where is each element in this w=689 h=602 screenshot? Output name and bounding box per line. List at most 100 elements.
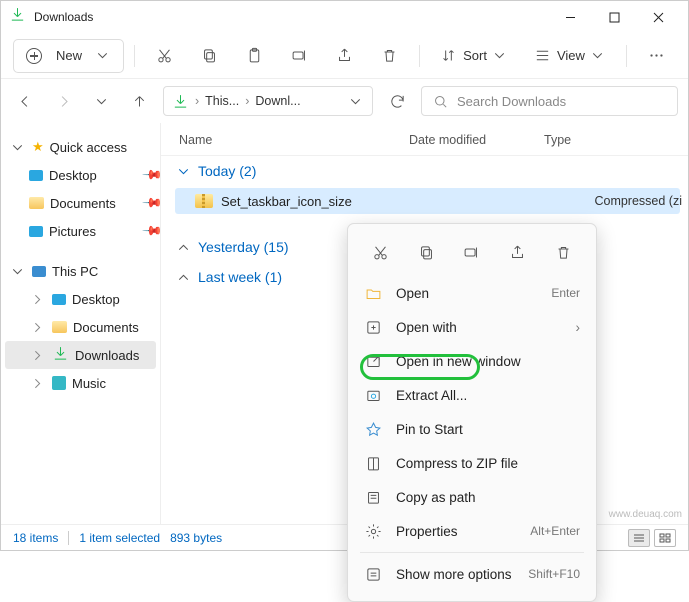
chevron-down-icon	[9, 139, 26, 156]
col-type[interactable]: Type	[544, 133, 644, 147]
ctx-cut-button[interactable]	[363, 236, 399, 268]
chevron-down-icon	[9, 263, 26, 280]
new-button[interactable]: New	[13, 39, 124, 73]
minimize-button[interactable]	[548, 1, 592, 33]
ctx-delete-button[interactable]	[545, 236, 581, 268]
details-view-button[interactable]	[628, 529, 650, 547]
folder-icon	[29, 197, 44, 209]
back-button[interactable]	[11, 87, 39, 115]
ctx-label: Pin to Start	[396, 422, 463, 437]
desktop-icon	[29, 170, 43, 181]
ctx-share-button[interactable]	[500, 236, 536, 268]
recent-button[interactable]	[87, 87, 115, 115]
view-button[interactable]: View	[524, 39, 616, 73]
sidebar-item-desktop[interactable]: Desktop 📌	[1, 161, 160, 189]
sidebar-item-pictures[interactable]: Pictures📌	[1, 217, 160, 245]
up-button[interactable]	[125, 87, 153, 115]
thumbnails-view-button[interactable]	[654, 529, 676, 547]
ctx-label: Extract All...	[396, 388, 467, 403]
ctx-rename-button[interactable]	[454, 236, 490, 268]
view-icon	[534, 47, 551, 64]
ctx-extract-all[interactable]: Extract All...	[348, 378, 596, 412]
downloads-icon	[52, 345, 69, 365]
downloads-app-icon	[9, 6, 26, 28]
ctx-properties[interactable]: PropertiesAlt+Enter	[348, 514, 596, 548]
context-menu: OpenEnter Open with› Open in new window …	[347, 223, 597, 602]
col-date[interactable]: Date modified	[409, 133, 544, 147]
pin-icon: 📌	[141, 220, 161, 243]
file-type: Compressed (zi	[594, 194, 682, 208]
sidebar-item-downloads[interactable]: Downloads	[5, 341, 156, 369]
maximize-button[interactable]	[592, 1, 636, 33]
properties-icon	[364, 523, 382, 540]
forward-button[interactable]	[49, 87, 77, 115]
ctx-pin-to-start[interactable]: Pin to Start	[348, 412, 596, 446]
sidebar-item-documents2[interactable]: Documents	[1, 313, 160, 341]
ctx-copy-path[interactable]: Copy as path	[348, 480, 596, 514]
copy-path-icon	[364, 489, 382, 506]
chevron-down-icon[interactable]	[347, 93, 364, 110]
ctx-open[interactable]: Open Enter	[348, 276, 596, 310]
ctx-label: Properties	[396, 524, 458, 539]
address-bar[interactable]: › This... › Downl...	[163, 86, 373, 116]
ctx-open-with[interactable]: Open with ›	[348, 310, 596, 344]
ctx-open-new-window[interactable]: Open in new window	[348, 344, 596, 378]
group-today[interactable]: Today (2)	[161, 156, 688, 186]
sort-button[interactable]: Sort	[430, 39, 518, 73]
sidebar-label: Music	[72, 376, 106, 391]
sidebar-item-quick-access[interactable]: ★ Quick access	[1, 133, 160, 161]
group-label: Last week (1)	[198, 269, 282, 285]
search-box[interactable]: Search Downloads	[421, 86, 678, 116]
sidebar-label: Desktop	[49, 168, 97, 183]
ctx-show-more[interactable]: Show more optionsShift+F10	[348, 557, 596, 591]
ctx-copy-button[interactable]	[408, 236, 444, 268]
sidebar-label: Documents	[50, 196, 116, 211]
refresh-button[interactable]	[383, 87, 411, 115]
file-row-selected[interactable]: Set_taskbar_icon_size Compressed (zi	[175, 188, 680, 214]
toolbar: New Sort View	[1, 33, 688, 79]
cut-button[interactable]	[145, 39, 184, 73]
rename-button[interactable]	[280, 39, 319, 73]
sort-label: Sort	[463, 48, 487, 63]
new-window-icon	[364, 353, 382, 370]
music-icon	[52, 376, 66, 390]
more-icon	[364, 566, 382, 583]
delete-button[interactable]	[370, 39, 409, 73]
downloads-icon	[172, 93, 189, 110]
extract-icon	[364, 387, 382, 404]
col-name[interactable]: Name	[179, 133, 409, 147]
chevron-right-icon	[29, 375, 46, 392]
column-headers[interactable]: Name Date modified Type	[161, 123, 688, 156]
ctx-label: Copy as path	[396, 490, 476, 505]
ctx-label: Open	[396, 286, 429, 301]
zip-icon	[364, 455, 382, 472]
sidebar-label: Downloads	[75, 348, 139, 363]
more-button[interactable]	[637, 39, 676, 73]
ctx-hint: Enter	[551, 286, 580, 300]
breadcrumb-1[interactable]: This...	[205, 94, 239, 108]
paste-button[interactable]	[235, 39, 274, 73]
chevron-right-icon: ›	[576, 320, 581, 335]
ctx-compress[interactable]: Compress to ZIP file	[348, 446, 596, 480]
copy-button[interactable]	[190, 39, 229, 73]
sidebar-item-this-pc[interactable]: This PC	[1, 257, 160, 285]
chevron-right-icon	[29, 291, 46, 308]
sidebar-item-music[interactable]: Music	[1, 369, 160, 397]
pin-icon: 📌	[141, 192, 161, 215]
breadcrumb-2[interactable]: Downl...	[255, 94, 300, 108]
title-bar: Downloads	[1, 1, 688, 33]
status-count: 18 items	[13, 531, 58, 545]
chevron-right-icon	[175, 269, 192, 286]
new-label: New	[56, 48, 82, 63]
sidebar-item-desktop2[interactable]: Desktop	[1, 285, 160, 313]
close-button[interactable]	[636, 1, 680, 33]
pin-icon: 📌	[141, 164, 161, 187]
share-button[interactable]	[325, 39, 364, 73]
pictures-icon	[29, 226, 43, 237]
ctx-sep	[360, 552, 584, 553]
sidebar-item-documents[interactable]: Documents 📌	[1, 189, 160, 217]
chevron-right-icon	[29, 319, 46, 336]
sidebar-label: Quick access	[50, 140, 127, 155]
desktop-icon	[52, 294, 66, 305]
ctx-label: Open with	[396, 320, 457, 335]
